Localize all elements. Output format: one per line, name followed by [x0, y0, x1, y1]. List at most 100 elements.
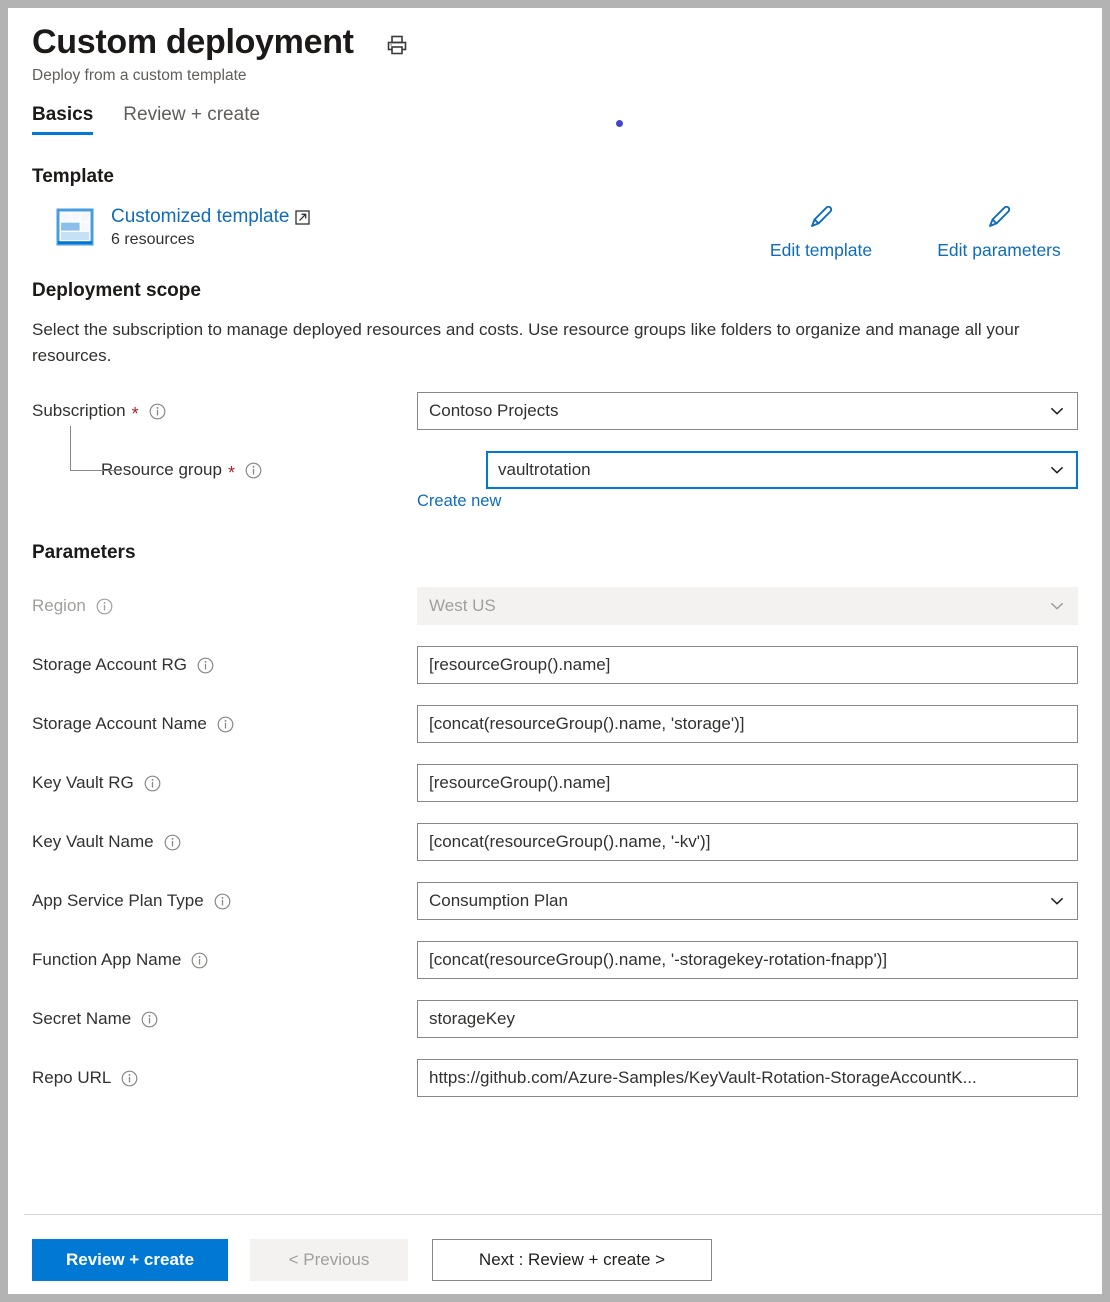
- template-text-block: Customized template 6 resources: [111, 206, 310, 249]
- storage-account-name-input[interactable]: [concat(resourceGroup().name, 'storage')…: [417, 705, 1078, 743]
- tab-basics[interactable]: Basics: [32, 104, 93, 135]
- parameters-heading: Parameters: [32, 542, 1078, 564]
- parameter-row-repo-url: Repo URL https://github.com/Azure-Sample…: [32, 1058, 1078, 1098]
- info-icon[interactable]: [191, 952, 208, 969]
- info-icon[interactable]: [197, 657, 214, 674]
- scope-form: Subscription * Contoso Projects: [32, 391, 1078, 490]
- parameter-row-app-service-plan-type: App Service Plan Type Consumption Plan: [32, 881, 1078, 921]
- resource-group-dropdown[interactable]: vaultrotation: [486, 451, 1078, 489]
- parameter-row-secret-name: Secret Name storageKey: [32, 999, 1078, 1039]
- info-icon[interactable]: [149, 403, 166, 420]
- edit-template-button[interactable]: Edit template: [732, 198, 910, 261]
- subscription-row: Subscription * Contoso Projects: [32, 391, 1078, 431]
- repo-url-label-cell: Repo URL: [32, 1068, 417, 1088]
- info-icon[interactable]: [96, 598, 113, 615]
- function-app-name-input[interactable]: [concat(resourceGroup().name, '-storagek…: [417, 941, 1078, 979]
- app-service-plan-type-label-cell: App Service Plan Type: [32, 891, 417, 911]
- info-icon[interactable]: [217, 716, 234, 733]
- deployment-scope-heading: Deployment scope: [32, 280, 1078, 302]
- template-resource-count: 6 resources: [111, 231, 310, 249]
- tab-review-create[interactable]: Review + create: [123, 104, 260, 135]
- subscription-label-cell: Subscription *: [32, 401, 417, 421]
- parameter-row-storage-account-rg: Storage Account RG [resourceGroup().name…: [32, 645, 1078, 685]
- required-asterisk: *: [228, 468, 235, 478]
- footer-divider: [24, 1214, 1102, 1215]
- previous-button: < Previous: [250, 1239, 408, 1281]
- secret-name-label-cell: Secret Name: [32, 1009, 417, 1029]
- template-heading: Template: [32, 166, 1078, 188]
- info-icon[interactable]: [164, 834, 181, 851]
- parameters-form: Region West US: [32, 586, 1078, 1098]
- customized-template-label: Customized template: [111, 206, 289, 228]
- chevron-down-icon: [1048, 597, 1066, 615]
- app-service-plan-type-value: Consumption Plan: [429, 891, 1040, 911]
- review-create-button[interactable]: Review + create: [32, 1239, 228, 1281]
- subscription-dropdown[interactable]: Contoso Projects: [417, 392, 1078, 430]
- storage-account-rg-label: Storage Account RG: [32, 655, 187, 675]
- secret-name-value: storageKey: [429, 1009, 1066, 1029]
- resource-group-row: Resource group * vaultrotation: [32, 450, 1078, 490]
- subscription-label: Subscription: [32, 401, 126, 421]
- customized-template-link[interactable]: Customized template: [111, 206, 310, 228]
- screenshot-frame: Custom deployment Deploy from a custom t…: [0, 0, 1110, 1302]
- page-subtitle: Deploy from a custom template: [32, 67, 1102, 85]
- info-icon[interactable]: [121, 1070, 138, 1087]
- key-vault-rg-label: Key Vault RG: [32, 773, 134, 793]
- function-app-name-label: Function App Name: [32, 950, 181, 970]
- region-label: Region: [32, 596, 86, 616]
- edit-parameters-label: Edit parameters: [937, 240, 1061, 261]
- template-actions: Edit template Edit parameters: [732, 198, 1088, 261]
- repo-url-label: Repo URL: [32, 1068, 111, 1088]
- key-vault-rg-label-cell: Key Vault RG: [32, 773, 417, 793]
- blade-header: Custom deployment Deploy from a custom t…: [8, 8, 1102, 85]
- info-icon[interactable]: [214, 893, 231, 910]
- tree-connector: [70, 426, 119, 471]
- external-link-icon: [295, 210, 310, 225]
- chevron-down-icon: [1048, 892, 1066, 910]
- chevron-down-icon: [1048, 461, 1066, 479]
- storage-account-rg-value: [resourceGroup().name]: [429, 655, 1066, 675]
- storage-account-rg-label-cell: Storage Account RG: [32, 655, 417, 675]
- app-service-plan-type-dropdown[interactable]: Consumption Plan: [417, 882, 1078, 920]
- chevron-down-icon: [1048, 402, 1066, 420]
- storage-account-name-label-cell: Storage Account Name: [32, 714, 417, 734]
- page-title: Custom deployment: [32, 22, 354, 62]
- region-dropdown: West US: [417, 587, 1078, 625]
- key-vault-name-value: [concat(resourceGroup().name, '-kv')]: [429, 832, 1066, 852]
- required-asterisk: *: [132, 409, 139, 419]
- pencil-icon: [984, 198, 1014, 236]
- info-icon[interactable]: [245, 462, 262, 479]
- title-row: Custom deployment: [32, 22, 1102, 62]
- printer-icon[interactable]: [382, 30, 412, 60]
- function-app-name-label-cell: Function App Name: [32, 950, 417, 970]
- status-dot: [616, 120, 623, 127]
- storage-account-name-label: Storage Account Name: [32, 714, 207, 734]
- subscription-value: Contoso Projects: [429, 401, 1040, 421]
- template-grid-icon: [56, 208, 94, 246]
- parameter-row-region: Region West US: [32, 586, 1078, 626]
- custom-deployment-blade: Custom deployment Deploy from a custom t…: [8, 8, 1102, 1294]
- resource-group-label: Resource group: [101, 460, 222, 480]
- storage-account-rg-input[interactable]: [resourceGroup().name]: [417, 646, 1078, 684]
- parameter-row-key-vault-rg: Key Vault RG [resourceGroup().name]: [32, 763, 1078, 803]
- key-vault-rg-value: [resourceGroup().name]: [429, 773, 1066, 793]
- template-row: Customized template 6 resources: [32, 206, 1078, 249]
- create-new-link[interactable]: Create new: [417, 492, 501, 511]
- edit-parameters-button[interactable]: Edit parameters: [910, 198, 1088, 261]
- edit-template-label: Edit template: [770, 240, 872, 261]
- parameter-row-key-vault-name: Key Vault Name [concat(resourceGroup().n…: [32, 822, 1078, 862]
- storage-account-name-value: [concat(resourceGroup().name, 'storage')…: [429, 714, 1066, 734]
- deployment-scope-description: Select the subscription to manage deploy…: [32, 317, 1044, 369]
- key-vault-rg-input[interactable]: [resourceGroup().name]: [417, 764, 1078, 802]
- secret-name-input[interactable]: storageKey: [417, 1000, 1078, 1038]
- function-app-name-value: [concat(resourceGroup().name, '-storagek…: [429, 950, 1066, 970]
- repo-url-input[interactable]: https://github.com/Azure-Samples/KeyVaul…: [417, 1059, 1078, 1097]
- key-vault-name-label: Key Vault Name: [32, 832, 154, 852]
- key-vault-name-input[interactable]: [concat(resourceGroup().name, '-kv')]: [417, 823, 1078, 861]
- blade-content: Template Customized template: [8, 166, 1102, 1098]
- region-label-cell: Region: [32, 596, 417, 616]
- next-review-create-button[interactable]: Next : Review + create >: [432, 1239, 712, 1281]
- info-icon[interactable]: [141, 1011, 158, 1028]
- parameter-row-storage-account-name: Storage Account Name [concat(resourceGro…: [32, 704, 1078, 744]
- info-icon[interactable]: [144, 775, 161, 792]
